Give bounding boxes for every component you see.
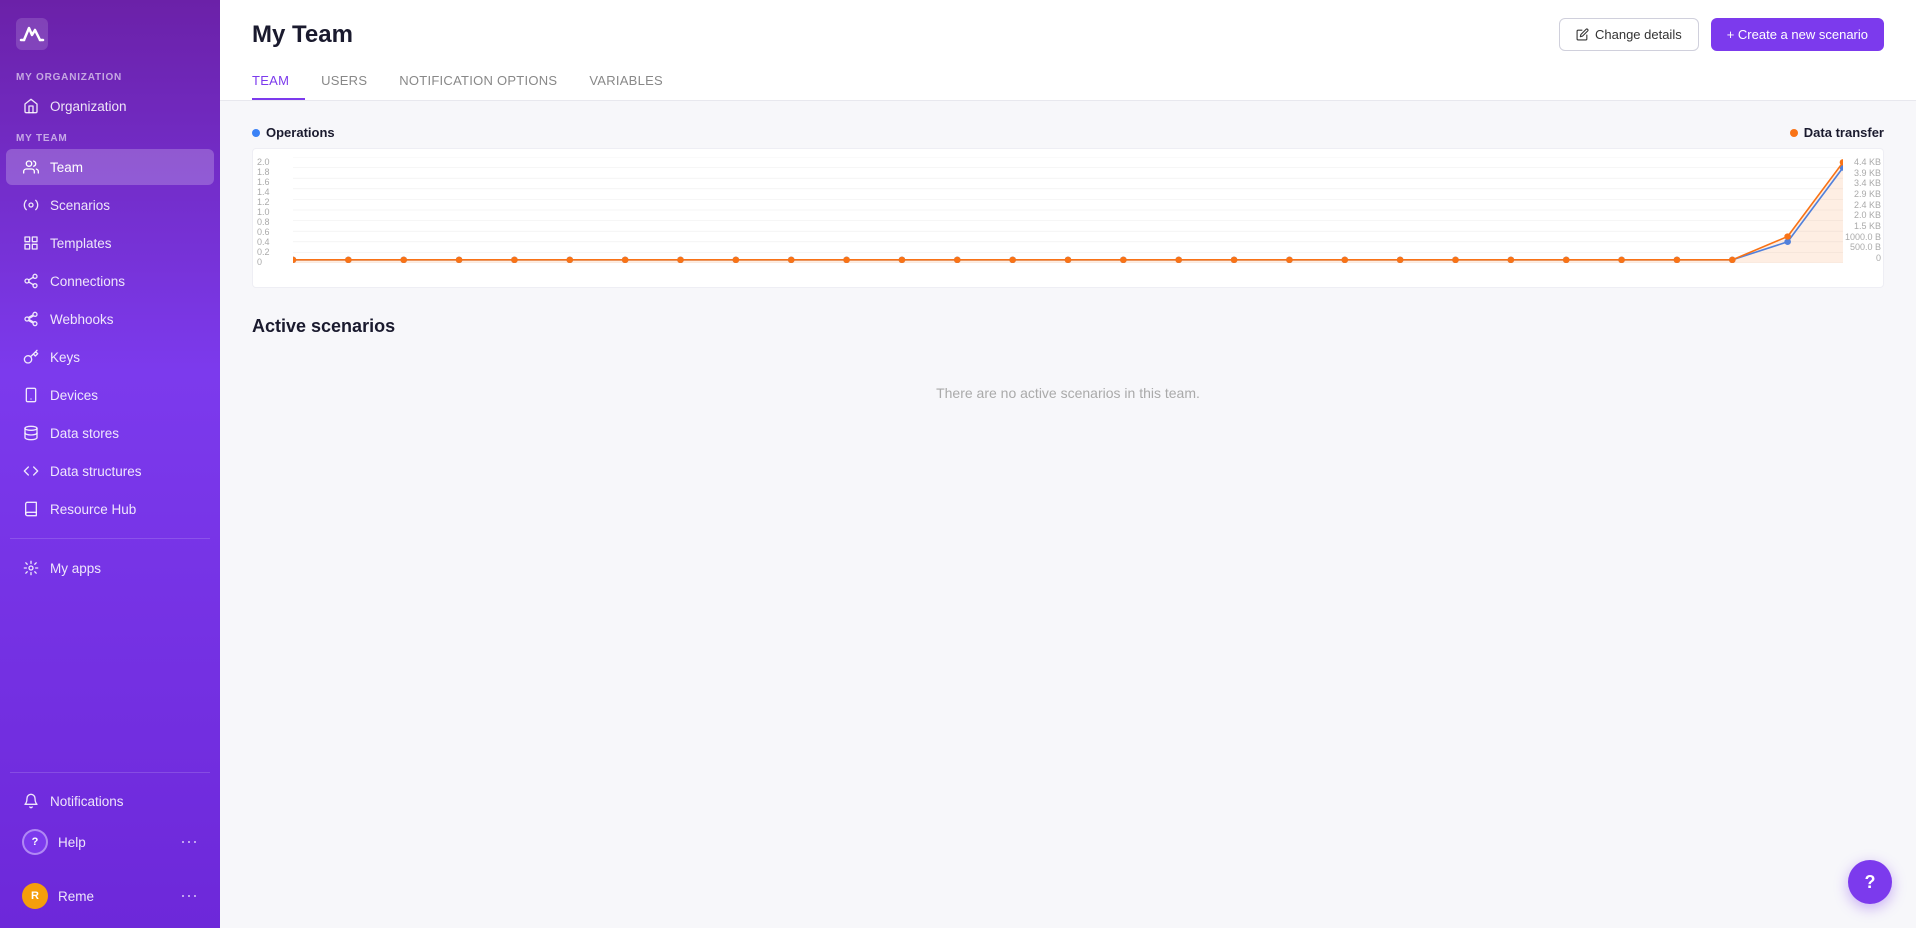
users-icon [22,158,40,176]
create-scenario-label: + Create a new scenario [1727,27,1868,42]
data-stores-icon [22,424,40,442]
tab-variables[interactable]: VARIABLES [573,65,679,100]
scenarios-icon [22,196,40,214]
sidebar-resource-hub-label: Resource Hub [50,502,136,517]
sidebar-user[interactable]: R Reme ⋯ [6,874,214,918]
sidebar-item-resource-hub[interactable]: Resource Hub [6,491,214,527]
sidebar-item-devices[interactable]: Devices [6,377,214,413]
sidebar-data-stores-label: Data stores [50,426,119,441]
sidebar-templates-label: Templates [50,236,112,251]
logo-icon[interactable] [16,18,48,50]
change-details-button[interactable]: Change details [1559,18,1699,51]
active-scenarios-title: Active scenarios [252,316,1884,337]
main-content: Operations Data transfer 2.0 1.8 1.6 1.4… [220,101,1916,928]
sidebar-item-scenarios[interactable]: Scenarios [6,187,214,223]
data-structures-icon [22,462,40,480]
sidebar-item-connections[interactable]: Connections [6,263,214,299]
main-content-area: My Team Change details + Create a new sc… [220,0,1916,928]
user-avatar: R [22,883,48,909]
sidebar-item-data-structures[interactable]: Data structures [6,453,214,489]
org-section-label: MY ORGANIZATION [0,64,220,87]
help-label: Help [58,835,86,850]
sidebar-item-templates[interactable]: Templates [6,225,214,261]
float-help-button[interactable]: ? [1848,860,1892,904]
sidebar-notifications[interactable]: Notifications [6,783,214,819]
data-transfer-dot [1790,129,1798,137]
data-transfer-label: Data transfer [1804,125,1884,140]
float-help-label: ? [1865,872,1876,893]
sidebar-data-structures-label: Data structures [50,464,142,479]
webhooks-icon [22,310,40,328]
resource-hub-icon [22,500,40,518]
connections-icon [22,272,40,290]
notifications-label: Notifications [50,794,124,809]
sidebar-help[interactable]: ? Help ⋯ [6,820,214,864]
sidebar-logo [0,0,220,64]
chart-header: Operations Data transfer [252,125,1884,140]
y-axis-right: 4.4 KB 3.9 KB 3.4 KB 2.9 KB 2.4 KB 2.0 K… [1845,157,1881,263]
sidebar-divider-2 [10,772,210,773]
sidebar-item-keys[interactable]: Keys [6,339,214,375]
y-axis-left: 2.0 1.8 1.6 1.4 1.2 1.0 0.8 0.6 0.4 0.2 … [257,157,270,263]
header-top: My Team Change details + Create a new sc… [252,18,1884,51]
sidebar-devices-label: Devices [50,388,98,403]
sidebar-item-my-apps[interactable]: My apps [6,550,214,586]
create-scenario-button[interactable]: + Create a new scenario [1711,18,1884,51]
main-header: My Team Change details + Create a new sc… [220,0,1916,101]
change-details-label: Change details [1595,27,1682,42]
sidebar-my-apps-label: My apps [50,561,101,576]
header-actions: Change details + Create a new scenario [1559,18,1884,51]
help-more-icon[interactable]: ⋯ [180,833,198,851]
tabs: TEAM USERS NOTIFICATION OPTIONS VARIABLE… [252,65,1884,100]
sidebar-scenarios-label: Scenarios [50,198,110,213]
help-avatar: ? [22,829,48,855]
sidebar-item-data-stores[interactable]: Data stores [6,415,214,451]
sidebar-connections-label: Connections [50,274,125,289]
sidebar-org-label: Organization [50,99,127,114]
my-team-section-label: MY TEAM [0,125,220,148]
page-title: My Team [252,21,353,49]
sidebar-divider-1 [10,538,210,539]
user-more-icon[interactable]: ⋯ [180,887,198,905]
user-label: Reme [58,889,94,904]
tab-team[interactable]: TEAM [252,65,305,100]
tab-notification-options[interactable]: NOTIFICATION OPTIONS [383,65,573,100]
sidebar-bottom: Notifications ? Help ⋯ R Reme ⋯ [0,762,220,928]
sidebar-team-label: Team [50,160,83,175]
bell-icon [22,792,40,810]
edit-icon [1576,28,1589,41]
operations-label: Operations [266,125,335,140]
chart-svg: 6. 7. 8. 9. 10. 11. 12. 13. 14. 15. 16. … [293,157,1843,263]
sidebar-webhooks-label: Webhooks [50,312,114,327]
chart-container: 2.0 1.8 1.6 1.4 1.2 1.0 0.8 0.6 0.4 0.2 … [252,148,1884,288]
active-scenarios-empty: There are no active scenarios in this te… [252,353,1884,433]
home-icon [22,97,40,115]
empty-message: There are no active scenarios in this te… [936,385,1200,401]
sidebar-item-organization[interactable]: Organization [6,88,214,124]
sidebar: MY ORGANIZATION Organization MY TEAM Tea… [0,0,220,928]
operations-dot [252,129,260,137]
sidebar-item-webhooks[interactable]: Webhooks [6,301,214,337]
keys-icon [22,348,40,366]
sidebar-item-team[interactable]: Team [6,149,214,185]
operations-legend: Operations [252,125,335,140]
sidebar-keys-label: Keys [50,350,80,365]
tab-users[interactable]: USERS [305,65,383,100]
data-transfer-legend: Data transfer [1790,125,1884,140]
my-apps-icon [22,559,40,577]
templates-icon [22,234,40,252]
devices-icon [22,386,40,404]
